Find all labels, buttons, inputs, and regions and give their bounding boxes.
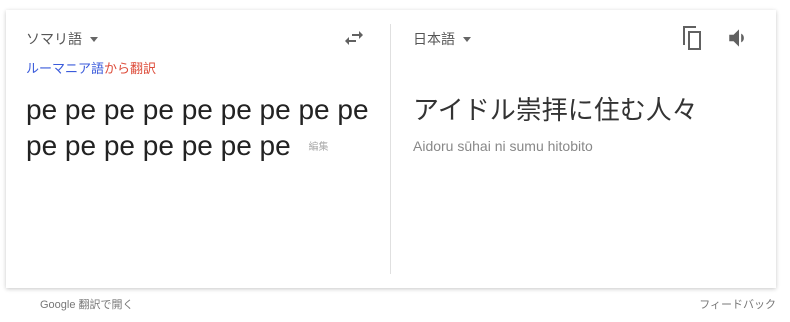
source-pane: ソマリ語 ルーマニア語から翻訳 pe pe pe pe pe pe pe pe … [6,10,390,288]
translate-from-suggestion[interactable]: ルーマニア語から翻訳 [26,58,156,77]
copy-button[interactable] [679,24,705,52]
source-language-select[interactable]: ソマリ語 [26,29,98,49]
copy-icon [683,26,701,50]
chevron-down-icon [90,37,98,42]
translation-card: ソマリ語 ルーマニア語から翻訳 pe pe pe pe pe pe pe pe … [6,10,776,288]
speaker-icon [729,29,744,47]
source-text-area[interactable]: pe pe pe pe pe pe pe pe pe pe pe pe pe p… [26,92,376,166]
chevron-down-icon [463,37,471,42]
translation-text: アイドル崇拝に住む人々 [413,95,698,125]
source-language-label: ソマリ語 [26,31,82,47]
swap-arrows-icon [345,31,363,45]
target-pane: 日本語 アイドル崇拝に住む人々 Aidoru sūhai ni sumu hit… [391,10,776,288]
target-language-label: 日本語 [413,31,455,47]
edit-link[interactable]: 編集 [308,142,328,153]
target-language-select[interactable]: 日本語 [413,29,471,49]
translate-from-suffix: から翻訳 [104,61,157,76]
feedback-link[interactable]: フィードバック [699,296,776,312]
open-in-google-translate-link[interactable]: Google 翻訳で開く [40,296,134,312]
romanization-text: Aidoru sūhai ni sumu hitobito [413,138,593,154]
swap-languages-button[interactable] [342,26,366,50]
listen-button[interactable] [726,25,752,51]
translate-from-language[interactable]: ルーマニア語 [26,61,104,76]
